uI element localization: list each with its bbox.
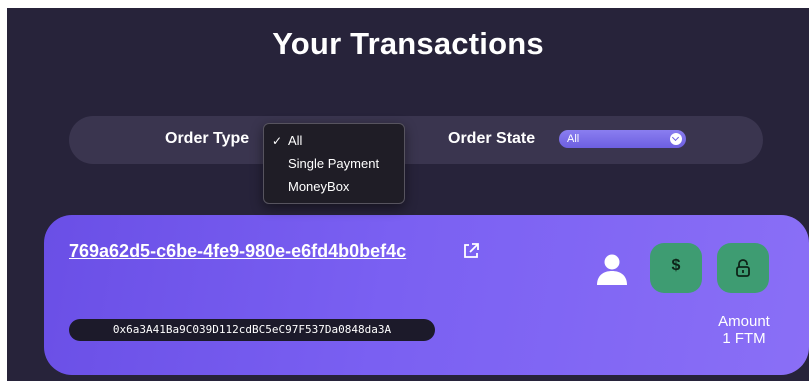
- amount-label: Amount: [718, 313, 770, 330]
- external-link-icon[interactable]: [462, 242, 480, 260]
- order-state-label: Order State: [448, 130, 536, 147]
- chevron-down-icon: [670, 133, 682, 145]
- dropdown-option-all[interactable]: ✓ All: [264, 130, 404, 152]
- checkmark-icon: ✓: [272, 134, 283, 148]
- dropdown-option-label: Single Payment: [288, 156, 380, 171]
- dropdown-option-label: MoneyBox: [288, 179, 350, 194]
- filter-bar: Order Type Order State All: [69, 116, 763, 164]
- dropdown-option-label: All: [288, 133, 303, 148]
- wallet-address: 0x6a3A41Ba9C039D112cdBC5eC97F537Da0848da…: [69, 319, 435, 341]
- transactions-page: Your Transactions Order Type Order State…: [7, 8, 809, 381]
- lock-icon: [736, 259, 750, 277]
- user-icon[interactable]: [594, 251, 630, 287]
- order-state-select[interactable]: All: [559, 130, 686, 148]
- dropdown-option-single-payment[interactable]: Single Payment: [264, 153, 404, 175]
- amount-display: Amount 1 FTM: [704, 313, 784, 347]
- pay-button[interactable]: $: [650, 243, 702, 293]
- lock-button[interactable]: [717, 243, 769, 293]
- order-type-dropdown[interactable]: ✓ All Single Payment MoneyBox: [263, 123, 405, 204]
- transaction-id-link[interactable]: 769a62d5-c6be-4fe9-980e-e6fd4b0bef4c: [69, 241, 406, 262]
- dollar-icon: $: [671, 257, 681, 274]
- transaction-card: 769a62d5-c6be-4fe9-980e-e6fd4b0bef4c 0x6…: [44, 215, 809, 375]
- amount-value: 1 FTM: [722, 330, 766, 347]
- order-type-label: Order Type: [165, 130, 250, 147]
- dropdown-option-moneybox[interactable]: MoneyBox: [264, 176, 404, 198]
- page-title: Your Transactions: [272, 26, 544, 61]
- order-state-select-value: All: [567, 133, 580, 145]
